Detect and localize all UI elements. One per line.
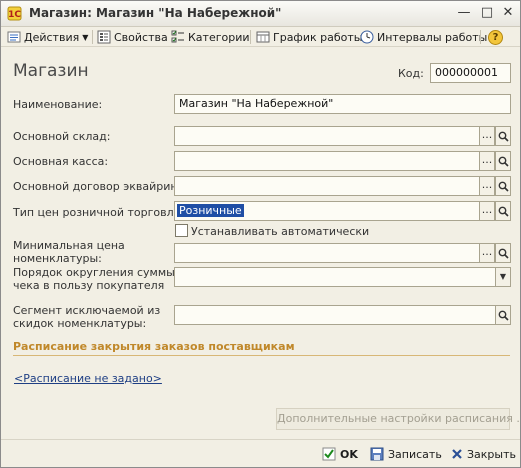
min-price-label-line1: Минимальная цена [13, 239, 125, 252]
save-label: Записать [388, 447, 442, 461]
close-label: Закрыть [467, 447, 516, 461]
magnifier-icon [498, 156, 509, 167]
clock-icon [360, 30, 374, 44]
work-intervals-button[interactable]: Интервалы работы [360, 29, 487, 45]
toolbar: Действия ▼ Свойства Категории График раб… [1, 27, 520, 47]
work-schedule-button[interactable]: График работы [256, 29, 362, 45]
minimize-button[interactable]: — [455, 5, 473, 22]
extra-schedule-settings-button[interactable]: Дополнительные настройки расписания ... [276, 408, 521, 430]
rounding-label-line1: Порядок округления суммы [13, 266, 175, 279]
save-button[interactable]: Записать [370, 445, 442, 463]
min-price-search-button[interactable] [495, 243, 511, 263]
price-type-search-button[interactable] [495, 201, 511, 221]
price-type-field[interactable]: Розничные [174, 201, 480, 221]
actions-label: Действия [24, 30, 80, 44]
categories-button[interactable]: Категории [171, 29, 250, 45]
rounding-label-line2: чека в пользу покупателя [13, 279, 165, 292]
title-bar: 1С Магазин: Магазин "На Набережной" — □ … [1, 1, 520, 27]
min-price-select-button[interactable]: ... [479, 243, 495, 263]
acquiring-label: Основной договор эквайринга: [13, 180, 194, 193]
footer-bar: OK Записать Закрыть [1, 439, 520, 467]
warehouse-search-button[interactable] [495, 126, 511, 146]
cashbox-label: Основная касса: [13, 155, 109, 168]
calendar-icon [256, 31, 270, 43]
magnifier-icon [498, 310, 509, 321]
warehouse-select-button[interactable]: ... [479, 126, 495, 146]
price-type-label: Тип цен розничной торговли: [13, 206, 185, 219]
ok-label: OK [340, 447, 358, 461]
toolbar-divider [480, 30, 481, 44]
section-divider [13, 355, 510, 356]
segment-search-button[interactable] [495, 305, 511, 325]
cashbox-search-button[interactable] [495, 151, 511, 171]
ok-button[interactable]: OK [322, 445, 358, 463]
categories-label: Категории [188, 30, 250, 44]
maximize-button[interactable]: □ [478, 5, 496, 22]
segment-label-line2: скидок номенклатуры: [13, 317, 147, 330]
properties-button[interactable]: Свойства [97, 29, 168, 45]
segment-field[interactable] [174, 305, 496, 325]
name-label: Наименование: [13, 98, 103, 111]
rounding-dropdown-button[interactable]: ▼ [495, 267, 511, 287]
cashbox-select-button[interactable]: ... [479, 151, 495, 171]
name-field[interactable]: Магазин "На Набережной" [174, 94, 511, 114]
help-button[interactable]: ? [488, 29, 503, 45]
close-button[interactable]: Закрыть [451, 445, 516, 463]
actions-menu-button[interactable]: Действия ▼ [7, 29, 88, 45]
dropdown-arrow-icon: ▼ [499, 272, 507, 281]
toolbar-divider [250, 30, 251, 44]
form-title: Магазин [13, 61, 89, 81]
checkmark-icon [322, 447, 336, 461]
auto-set-checkbox[interactable] [175, 224, 188, 237]
price-type-value: Розничные [177, 204, 244, 217]
work-schedule-label: График работы [273, 30, 363, 44]
window-title: Магазин: Магазин "На Набережной" [29, 6, 282, 20]
properties-label: Свойства [114, 30, 168, 44]
svg-text:1С: 1С [8, 10, 21, 20]
segment-label-line1: Сегмент исключаемой из [13, 304, 161, 317]
app-1c-icon: 1С [7, 6, 22, 21]
section-title-schedule: Расписание закрытия заказов поставщикам [13, 340, 295, 353]
warehouse-label: Основной склад: [13, 130, 111, 143]
rounding-dropdown[interactable] [174, 267, 496, 287]
chevron-down-icon: ▼ [82, 32, 89, 42]
schedule-link[interactable]: <Расписание не задано> [14, 372, 162, 385]
close-icon [452, 449, 462, 459]
code-field[interactable]: 000000001 [430, 63, 511, 83]
code-label: Код: [398, 67, 424, 80]
acquiring-search-button[interactable] [495, 176, 511, 196]
work-intervals-label: Интервалы работы [377, 30, 488, 44]
categories-icon [171, 30, 184, 43]
auto-set-label: Устанавливать автоматически [191, 225, 370, 238]
magnifier-icon [498, 131, 509, 142]
magnifier-icon [498, 248, 509, 259]
price-type-select-button[interactable]: ... [479, 201, 495, 221]
acquiring-select-button[interactable]: ... [479, 176, 495, 196]
min-price-label-line2: номенклатуры: [13, 252, 102, 265]
cashbox-field[interactable] [174, 151, 480, 171]
warehouse-field[interactable] [174, 126, 480, 146]
toolbar-divider [92, 30, 93, 44]
acquiring-field[interactable] [174, 176, 480, 196]
properties-icon [97, 30, 111, 44]
actions-icon [7, 31, 21, 43]
magnifier-icon [498, 181, 509, 192]
min-price-field[interactable] [174, 243, 480, 263]
magnifier-icon [498, 206, 509, 217]
close-window-button[interactable]: ✕ [499, 5, 517, 22]
save-icon [370, 447, 384, 461]
help-icon: ? [488, 29, 503, 45]
store-form-window: 1С Магазин: Магазин "На Набережной" — □ … [0, 0, 521, 468]
